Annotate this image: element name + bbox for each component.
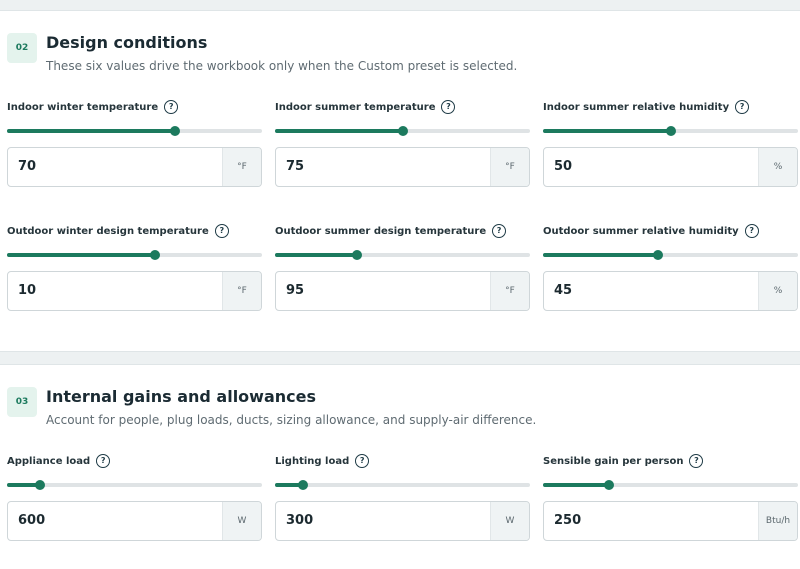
field-appliance-load: Appliance load? 600 W bbox=[7, 454, 262, 546]
input-value[interactable]: 75 bbox=[286, 148, 304, 186]
slider-fill bbox=[7, 129, 176, 133]
value-input[interactable]: 95 °F bbox=[275, 271, 530, 311]
section-subtitle: These six values drive the workbook only… bbox=[46, 59, 518, 73]
section-number-badge: 02 bbox=[7, 33, 37, 63]
slider-thumb[interactable] bbox=[35, 480, 46, 490]
input-value[interactable]: 50 bbox=[554, 148, 572, 186]
field-outdoor-winter-design-temperature: Outdoor winter design temperature? 10 °F bbox=[7, 224, 262, 316]
value-slider[interactable] bbox=[7, 126, 262, 136]
unit-label: W bbox=[490, 502, 529, 540]
field-sensible-gain-per-person: Sensible gain per person? 250 Btu/h bbox=[543, 454, 798, 546]
value-input[interactable]: 600 W bbox=[7, 501, 262, 541]
slider-thumb[interactable] bbox=[665, 126, 676, 136]
slider-fill bbox=[543, 129, 671, 133]
slider-track bbox=[275, 483, 530, 487]
value-slider[interactable] bbox=[275, 480, 530, 490]
slider-thumb[interactable] bbox=[351, 250, 362, 260]
field-lighting-load: Lighting load? 300 W bbox=[275, 454, 530, 546]
value-input[interactable]: 250 Btu/h bbox=[543, 501, 798, 541]
unit-label: W bbox=[222, 502, 261, 540]
section-number-badge: 03 bbox=[7, 387, 37, 417]
field-label: Outdoor summer design temperature bbox=[275, 225, 487, 237]
field-label: Outdoor winter design temperature bbox=[7, 225, 209, 237]
field-indoor-summer-temperature: Indoor summer temperature? 75 °F bbox=[275, 100, 530, 192]
value-slider[interactable] bbox=[543, 480, 798, 490]
value-input[interactable]: 10 °F bbox=[7, 271, 262, 311]
input-value[interactable]: 300 bbox=[286, 502, 313, 540]
value-slider[interactable] bbox=[275, 250, 530, 260]
slider-thumb[interactable] bbox=[397, 126, 408, 136]
slider-fill bbox=[543, 253, 658, 257]
field-label: Outdoor summer relative humidity bbox=[543, 225, 739, 237]
field-outdoor-summer-design-temperature: Outdoor summer design temperature? 95 °F bbox=[275, 224, 530, 316]
slider-fill bbox=[7, 253, 155, 257]
slider-thumb[interactable] bbox=[298, 480, 309, 490]
input-value[interactable]: 95 bbox=[286, 272, 304, 310]
value-input[interactable]: 45% bbox=[543, 271, 798, 311]
unit-label: % bbox=[758, 272, 797, 310]
section-title: Design conditions bbox=[46, 33, 208, 52]
unit-label: % bbox=[758, 148, 797, 186]
value-slider[interactable] bbox=[7, 250, 262, 260]
value-slider[interactable] bbox=[275, 126, 530, 136]
input-value[interactable]: 45 bbox=[554, 272, 572, 310]
slider-fill bbox=[543, 483, 610, 487]
slider-thumb[interactable] bbox=[652, 250, 663, 260]
internal-gains-section: 03 Internal gains and allowances Account… bbox=[0, 364, 800, 569]
input-value[interactable]: 600 bbox=[18, 502, 45, 540]
value-input[interactable]: 75 °F bbox=[275, 147, 530, 187]
value-input[interactable]: 70 °F bbox=[7, 147, 262, 187]
value-slider[interactable] bbox=[543, 250, 798, 260]
value-input[interactable]: 300 W bbox=[275, 501, 530, 541]
section-title: Internal gains and allowances bbox=[46, 387, 316, 406]
unit-label: °F bbox=[490, 148, 529, 186]
field-indoor-winter-temperature: Indoor winter temperature? 70 °F bbox=[7, 100, 262, 192]
value-input[interactable]: 50% bbox=[543, 147, 798, 187]
field-label: Indoor summer relative humidity bbox=[543, 101, 730, 113]
input-value[interactable]: 10 bbox=[18, 272, 36, 310]
help-icon[interactable]: ? bbox=[744, 224, 759, 238]
field-label: Appliance load bbox=[7, 455, 91, 467]
help-icon[interactable]: ? bbox=[492, 224, 507, 238]
help-icon[interactable]: ? bbox=[96, 454, 111, 468]
field-outdoor-summer-relative-humidity: Outdoor summer relative humidity? 45% bbox=[543, 224, 798, 316]
unit-label: °F bbox=[490, 272, 529, 310]
slider-thumb[interactable] bbox=[149, 250, 160, 260]
unit-label: °F bbox=[222, 272, 261, 310]
slider-fill bbox=[275, 129, 403, 133]
field-indoor-summer-relative-humidity: Indoor summer relative humidity? 50% bbox=[543, 100, 798, 192]
value-slider[interactable] bbox=[543, 126, 798, 136]
input-value[interactable]: 250 bbox=[554, 502, 581, 540]
slider-thumb[interactable] bbox=[170, 126, 181, 136]
design-conditions-section: 02 Design conditions These six values dr… bbox=[0, 10, 800, 352]
help-icon[interactable]: ? bbox=[735, 100, 750, 114]
slider-fill bbox=[275, 253, 357, 257]
help-icon[interactable]: ? bbox=[689, 454, 704, 468]
help-icon[interactable]: ? bbox=[214, 224, 229, 238]
field-label: Sensible gain per person bbox=[543, 455, 684, 467]
slider-thumb[interactable] bbox=[604, 480, 615, 490]
value-slider[interactable] bbox=[7, 480, 262, 490]
unit-label: °F bbox=[222, 148, 261, 186]
field-label: Indoor summer temperature bbox=[275, 101, 436, 113]
field-label: Lighting load bbox=[275, 455, 350, 467]
input-value[interactable]: 70 bbox=[18, 148, 36, 186]
field-label: Indoor winter temperature bbox=[7, 101, 159, 113]
slider-track bbox=[7, 483, 262, 487]
help-icon[interactable]: ? bbox=[441, 100, 456, 114]
unit-label: Btu/h bbox=[758, 502, 797, 540]
help-icon[interactable]: ? bbox=[164, 100, 179, 114]
help-icon[interactable]: ? bbox=[355, 454, 370, 468]
section-subtitle: Account for people, plug loads, ducts, s… bbox=[46, 413, 537, 427]
